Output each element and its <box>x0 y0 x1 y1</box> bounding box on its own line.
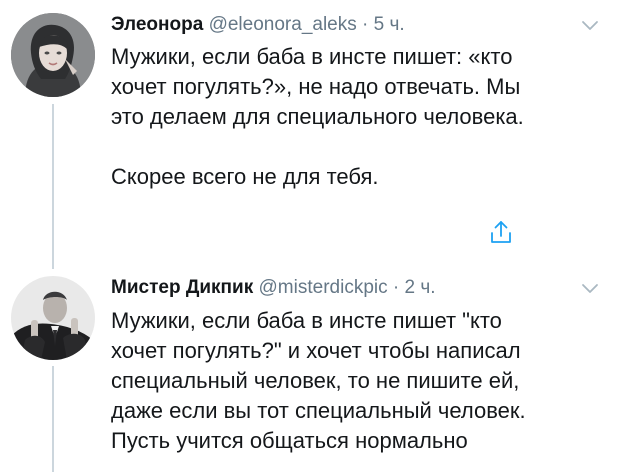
tweet-header: Элеонора @eleonora_aleks · 5 ч. <box>111 13 405 37</box>
timestamp[interactable]: 2 ч. <box>405 277 436 298</box>
avatar[interactable] <box>11 276 95 360</box>
avatar-photo <box>11 276 95 360</box>
timestamp[interactable]: 5 ч. <box>374 14 405 35</box>
avatar-photo <box>11 13 95 97</box>
separator-dot: · <box>392 277 400 298</box>
tweet-text: Мужики, если баба в инсте пишет "кто хоч… <box>111 308 526 453</box>
share-icon[interactable] <box>489 219 513 245</box>
separator-dot: · <box>362 14 369 35</box>
tweet-header: Мистер Дикпик @misterdickpic · 2 ч. <box>111 276 436 300</box>
user-handle[interactable]: @eleonora_aleks <box>209 14 357 35</box>
user-handle[interactable]: @misterdickpic <box>259 277 388 298</box>
display-name[interactable]: Мистер Дикпик <box>111 277 253 298</box>
chevron-down-icon[interactable] <box>581 20 599 32</box>
thread-line <box>52 366 54 472</box>
thread-line <box>52 104 54 269</box>
avatar[interactable] <box>11 13 95 97</box>
chevron-down-icon[interactable] <box>581 283 599 295</box>
display-name[interactable]: Элеонора <box>111 14 203 35</box>
tweet-text: Мужики, если баба в инсте пишет: «кто хо… <box>111 44 524 189</box>
